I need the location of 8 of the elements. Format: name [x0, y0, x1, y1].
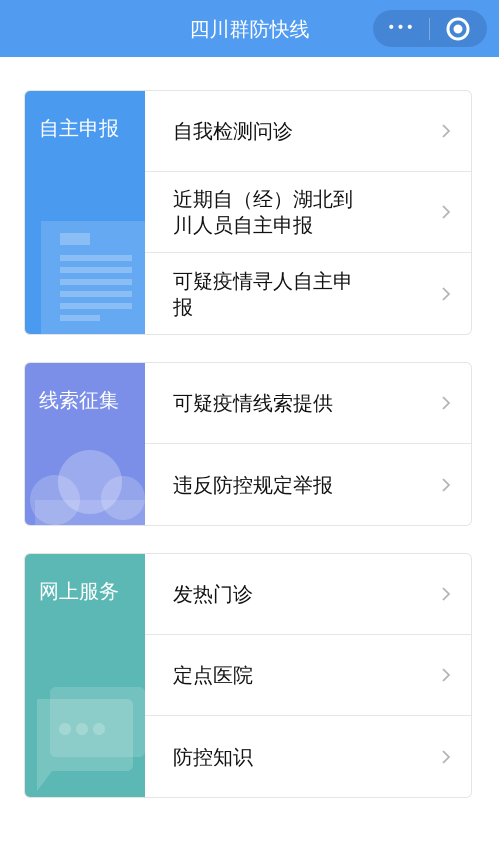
section-title: 线索征集	[38, 387, 120, 412]
section-title: 网上服务	[38, 578, 120, 603]
page-title: 四川群防快线	[190, 16, 310, 42]
more-button[interactable]: •••	[373, 18, 429, 39]
section-title: 自主申报	[38, 115, 120, 140]
menu-item[interactable]: 自我检测问诊	[145, 91, 471, 172]
menu-item[interactable]: 发热门诊	[145, 554, 471, 635]
menu-item[interactable]: 可疑疫情线索提供	[145, 363, 471, 444]
